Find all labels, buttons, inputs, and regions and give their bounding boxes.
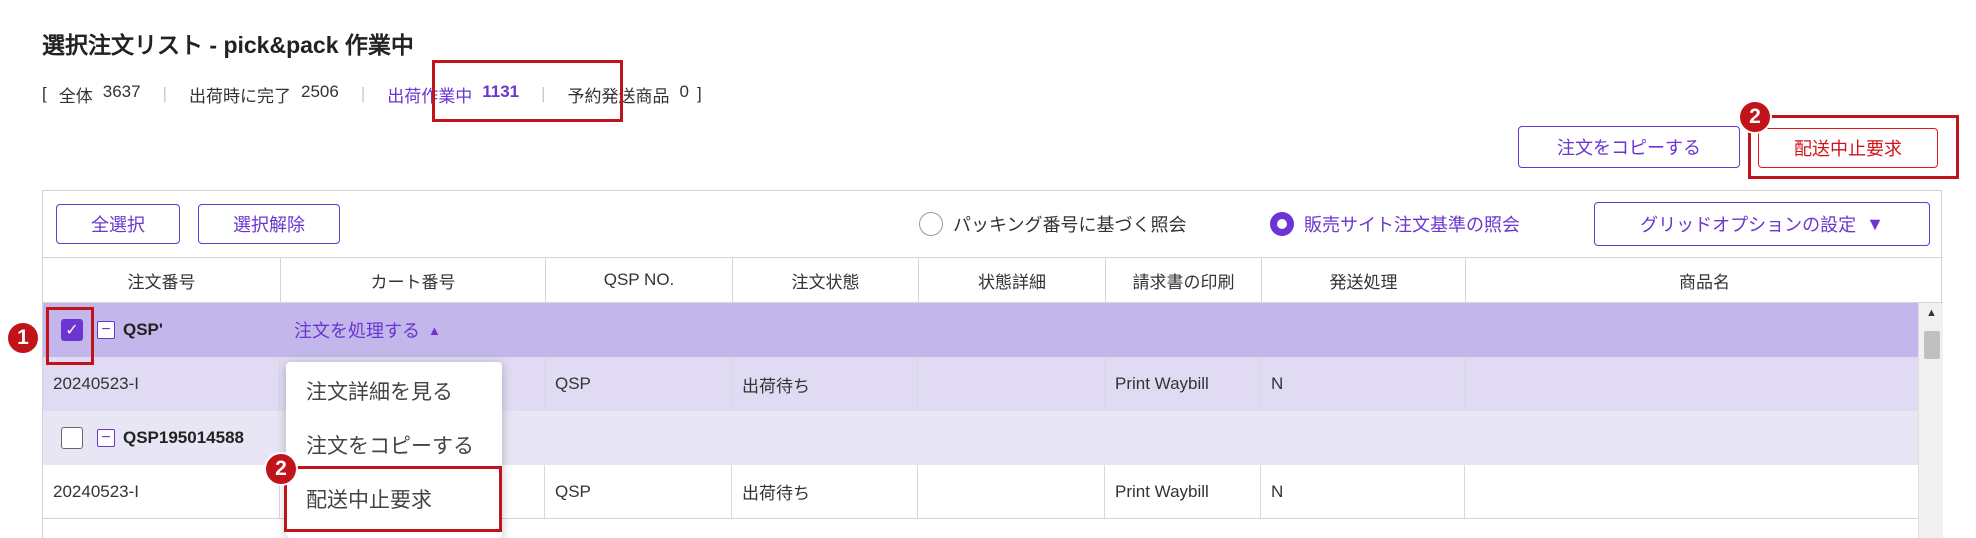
copy-order-button[interactable]: 注文をコピーする: [1518, 126, 1740, 168]
collapse-icon[interactable]: −: [97, 429, 115, 447]
col-header-shipping[interactable]: 発送処理: [1261, 257, 1465, 303]
cell-order-no[interactable]: 20240523-I: [43, 357, 280, 411]
cell-order-no[interactable]: 20240523-I: [43, 465, 280, 518]
summary-total-value: 3637: [102, 81, 141, 101]
cell-invoice-print[interactable]: Print Waybill: [1105, 357, 1261, 411]
summary-separator: |: [360, 84, 366, 103]
radio-site-label: 販売サイト注文基準の照会: [1304, 215, 1520, 235]
grid-toolbar: 全選択 選択解除 パッキング番号に基づく照会 販売サイト注文基準の照会 グリッド…: [43, 191, 1941, 257]
col-header-cart-no[interactable]: カート番号: [280, 257, 545, 303]
process-order-cell: 注文を処理する ▲: [280, 303, 580, 357]
summary-completed-label: 出荷時に完了: [188, 86, 291, 106]
grid-options-label: グリッドオプションの設定: [1640, 215, 1857, 235]
cell-invoice-print[interactable]: Print Waybill: [1105, 465, 1261, 518]
scroll-thumb[interactable]: [1924, 331, 1940, 359]
page-title: 選択注文リスト - pick&pack 作業中: [42, 32, 414, 58]
highlight-box-cancel: [1748, 115, 1959, 179]
cell-product-name: [1465, 357, 1918, 411]
cell-status-detail: [918, 465, 1105, 518]
col-header-status-detail[interactable]: 状態詳細: [918, 257, 1105, 303]
summary-reserved-value: 0: [679, 81, 690, 101]
step-badge-2-top: 2: [1738, 100, 1772, 134]
col-header-qsp-no[interactable]: QSP NO.: [545, 257, 732, 303]
menu-item-copy-order[interactable]: 注文をコピーする: [286, 418, 502, 472]
radio-off-icon: [919, 212, 943, 236]
cell-qsp-no[interactable]: QSP: [545, 465, 732, 518]
cell-shipping: N: [1261, 357, 1465, 411]
highlight-box-working: [432, 60, 623, 122]
summary-completed-value: 2506: [300, 81, 339, 101]
cell-product-name: [1465, 465, 1918, 518]
cell-shipping: N: [1261, 465, 1465, 518]
summary-separator: |: [162, 84, 167, 103]
radio-on-icon: [1270, 212, 1294, 236]
checkbox-unchecked-icon[interactable]: [61, 427, 83, 449]
radio-packing-number[interactable]: パッキング番号に基づく照会: [919, 211, 1186, 237]
cell-order-status: 出荷待ち: [732, 357, 918, 411]
group-order-id: QSP195014588: [123, 428, 244, 447]
col-header-invoice-print[interactable]: 請求書の印刷: [1105, 257, 1261, 303]
process-order-toggle[interactable]: 注文を処理する ▲: [294, 317, 441, 343]
vertical-scrollbar[interactable]: ▲: [1918, 303, 1943, 538]
col-header-order-no[interactable]: 注文番号: [43, 257, 280, 303]
group-order-id: QSP': [123, 320, 163, 339]
collapse-icon[interactable]: −: [97, 321, 115, 339]
summary-total[interactable]: 全体 3637: [59, 82, 141, 107]
cell-status-detail: [918, 357, 1105, 411]
order-group-row[interactable]: ✓ − QSP' 注文を処理する ▲: [43, 303, 1918, 357]
process-order-label: 注文を処理する: [294, 321, 420, 341]
radio-packing-label: パッキング番号に基づく照会: [953, 215, 1187, 235]
select-all-button[interactable]: 全選択: [56, 204, 180, 244]
cell-qsp-no[interactable]: QSP: [545, 357, 732, 411]
step-badge-2-menu: 2: [264, 452, 298, 486]
menu-item-view-order-detail[interactable]: 注文詳細を見る: [286, 364, 502, 418]
summary-completed[interactable]: 出荷時に完了 2506: [189, 82, 339, 107]
summary-open-bracket: [: [42, 84, 47, 103]
deselect-button[interactable]: 選択解除: [198, 204, 340, 244]
triangle-up-icon: ▲: [428, 322, 441, 338]
triangle-down-icon: ▼: [1866, 213, 1884, 234]
grid-options-button[interactable]: グリッドオプションの設定 ▼: [1594, 202, 1930, 246]
step-badge-1: 1: [6, 321, 40, 355]
scroll-up-icon[interactable]: ▲: [1926, 307, 1937, 319]
summary-total-label: 全体: [58, 86, 93, 106]
cell-order-status: 出荷待ち: [732, 465, 918, 518]
summary-close-bracket: ]: [697, 84, 702, 103]
col-header-order-status[interactable]: 注文状態: [732, 257, 918, 303]
radio-site-order[interactable]: 販売サイト注文基準の照会: [1270, 211, 1520, 237]
highlight-box-checkbox: [46, 307, 94, 365]
col-header-product-name[interactable]: 商品名: [1465, 257, 1943, 303]
highlight-box-dropdown: [284, 466, 502, 532]
